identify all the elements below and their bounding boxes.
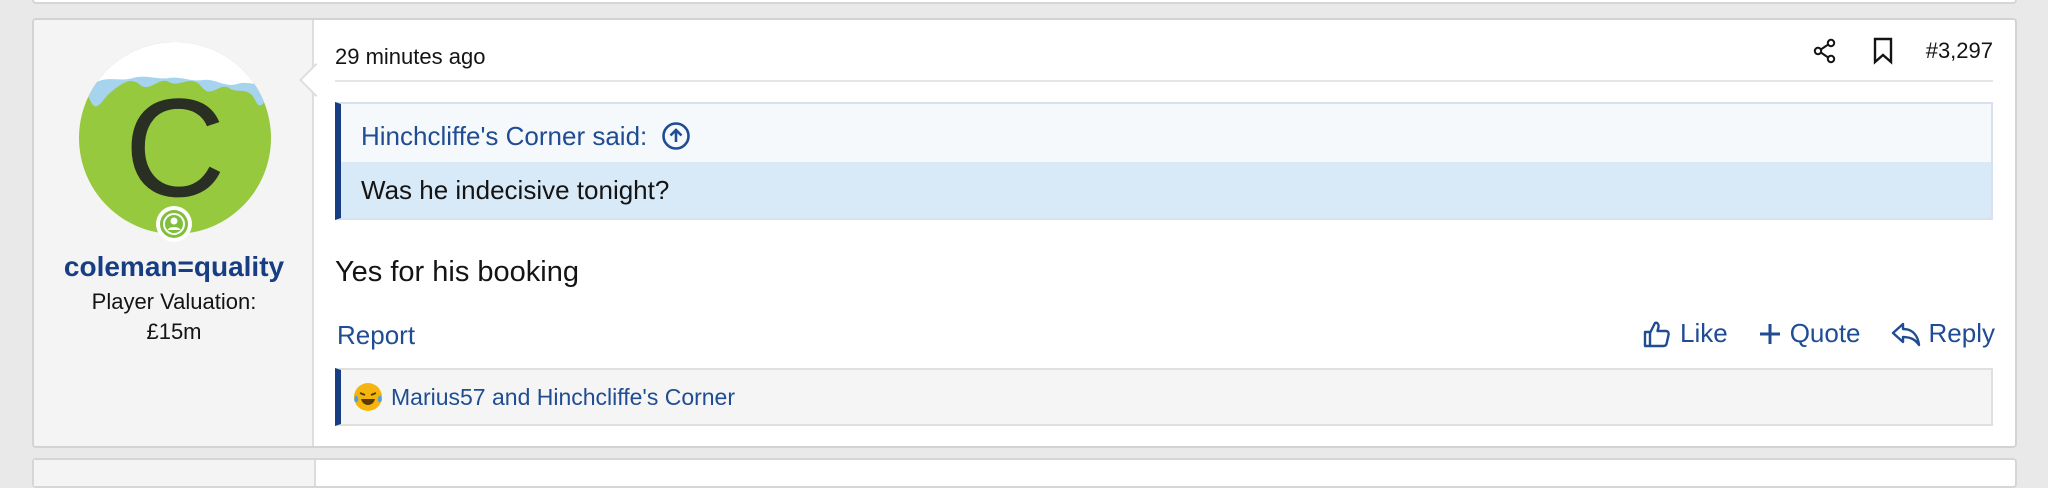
like-label[interactable]: Like	[1680, 318, 1728, 349]
forum-post: C coleman=quality Player Valuation: £15m…	[32, 18, 2017, 448]
post-actions: Like Quote Reply	[1642, 318, 1995, 349]
quote-header[interactable]: Hinchcliffe's Corner said:	[361, 116, 691, 156]
quote-author[interactable]: Hinchcliffe's Corner said:	[361, 121, 647, 152]
username-link[interactable]: coleman=quality	[34, 251, 314, 283]
online-status-icon	[156, 206, 192, 242]
report-link[interactable]: Report	[337, 320, 415, 351]
share-icon[interactable]	[1810, 36, 1840, 66]
reply-arrow-icon	[1891, 322, 1920, 346]
laughing-crying-icon	[354, 383, 382, 411]
go-to-quoted-icon[interactable]	[661, 121, 691, 151]
plus-icon	[1759, 323, 1780, 344]
post-time-link[interactable]: 29 minutes ago	[335, 44, 485, 70]
reactions-bar[interactable]: Marius57 and Hinchcliffe's Corner	[335, 368, 1993, 426]
bookmark-icon[interactable]	[1868, 36, 1898, 66]
previous-post-edge	[32, 0, 2017, 4]
quote-button[interactable]: Quote	[1758, 318, 1861, 349]
like-button[interactable]: Like	[1642, 318, 1728, 349]
quote-label[interactable]: Quote	[1790, 318, 1861, 349]
header-actions: #3,297	[1810, 36, 1993, 66]
next-post-user-column	[34, 460, 316, 486]
reply-button[interactable]: Reply	[1891, 318, 1995, 349]
quote-text: Was he indecisive tonight?	[341, 162, 1991, 218]
post-header: 29 minutes ago #3,297	[335, 20, 1993, 82]
reaction-users-link[interactable]: Marius57 and Hinchcliffe's Corner	[391, 384, 735, 411]
post-number-link[interactable]: #3,297	[1926, 38, 1993, 64]
quote-block: Hinchcliffe's Corner said: Was he indeci…	[335, 102, 1993, 220]
thumbs-up-icon	[1643, 321, 1670, 347]
avatar-letter: C	[124, 69, 226, 226]
user-title-line2: £15m	[146, 319, 202, 344]
next-post-edge	[32, 458, 2017, 488]
post-main: 29 minutes ago #3,297 Hinchcliffe's Corn…	[314, 20, 2015, 446]
post-message: Yes for his booking	[335, 256, 579, 288]
user-title-line1: Player Valuation:	[91, 289, 257, 314]
reply-label[interactable]: Reply	[1929, 318, 1995, 349]
user-title: Player Valuation: £15m	[54, 287, 294, 347]
user-info-column: C coleman=quality Player Valuation: £15m	[34, 20, 314, 446]
